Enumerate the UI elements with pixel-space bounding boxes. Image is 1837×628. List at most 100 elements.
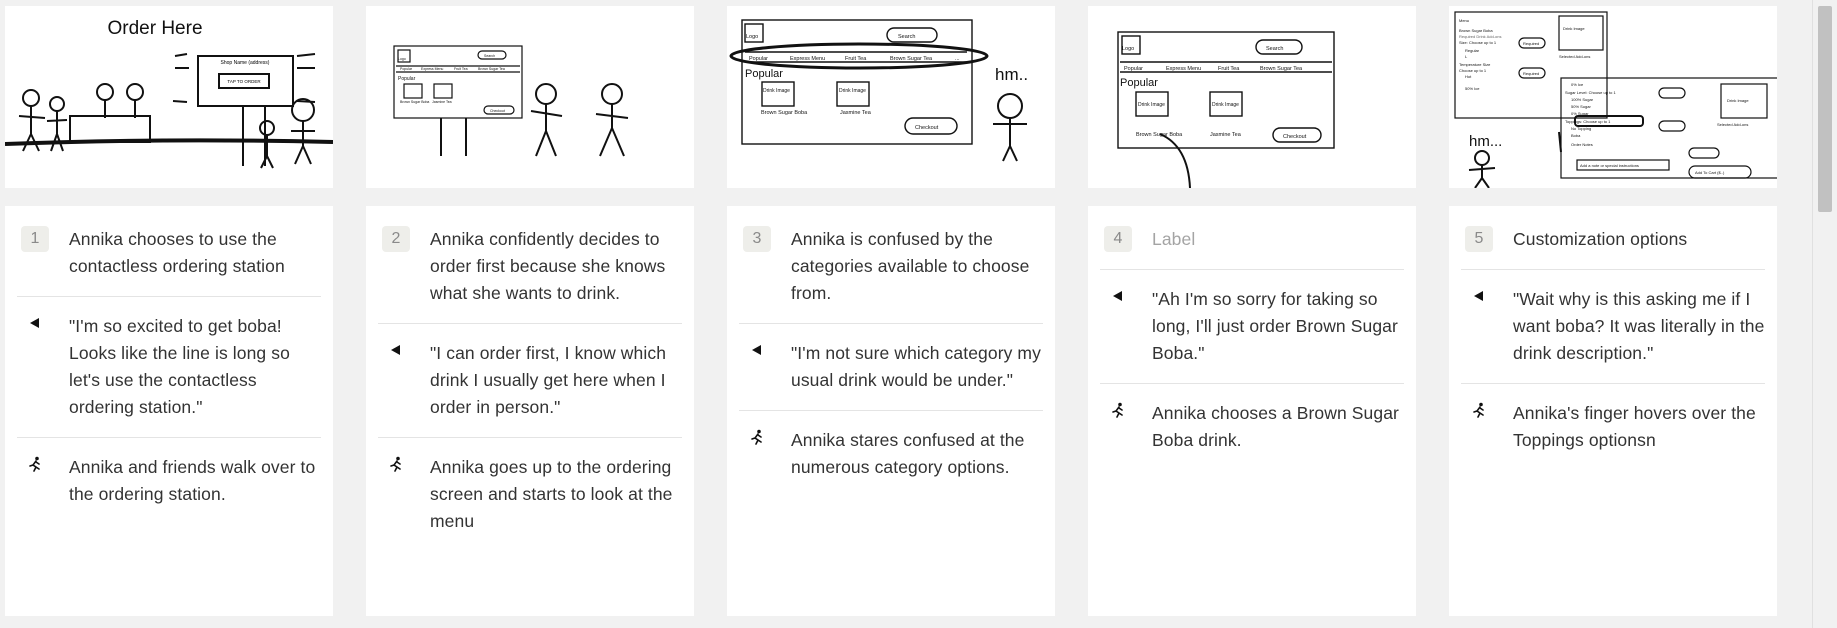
svg-text:L: L bbox=[1465, 54, 1468, 59]
svg-text:Menu: Menu bbox=[1459, 18, 1469, 23]
sketch-image-4: Logo Search Popular Express Menu Fruit T… bbox=[1117, 31, 1335, 188]
svg-text:Required Drink Add-ons: Required Drink Add-ons bbox=[1459, 34, 1501, 39]
card-dialogue-row: "I can order first, I know which drink I… bbox=[378, 324, 682, 438]
svg-text:50% Sugar: 50% Sugar bbox=[1571, 104, 1591, 109]
card-action[interactable]: Annika chooses a Brown Sugar Boba drink. bbox=[1152, 400, 1404, 454]
sketch-image-3: Logo Search Popular Express Menu Fruit T… bbox=[729, 19, 1028, 162]
svg-text:No Topping: No Topping bbox=[1571, 126, 1591, 131]
card-dialogue[interactable]: "I'm so excited to get boba! Looks like … bbox=[69, 313, 321, 421]
card-action[interactable]: Annika stares confused at the numerous c… bbox=[791, 427, 1043, 481]
svg-text:Size: Choose up to 1: Size: Choose up to 1 bbox=[1459, 40, 1497, 45]
svg-text:Jasmine Tea: Jasmine Tea bbox=[1210, 132, 1242, 138]
svg-text:...: ... bbox=[955, 56, 960, 62]
storyboard-frame-5[interactable]: Menu Brown Sugar Boba Required Drink Add… bbox=[1449, 6, 1777, 188]
svg-text:Popular: Popular bbox=[749, 56, 768, 62]
svg-text:Popular: Popular bbox=[398, 76, 416, 82]
svg-text:hm...: hm... bbox=[1469, 133, 1502, 150]
svg-text:Brown Sugar Boba: Brown Sugar Boba bbox=[1459, 28, 1493, 33]
svg-text:Express Menu: Express Menu bbox=[421, 67, 443, 71]
svg-text:Popular: Popular bbox=[1124, 66, 1143, 72]
svg-text:Regular: Regular bbox=[1465, 48, 1480, 53]
svg-text:Drink Image: Drink Image bbox=[1727, 98, 1749, 103]
scrollbar-thumb[interactable] bbox=[1818, 6, 1832, 212]
svg-text:Logo: Logo bbox=[1122, 46, 1134, 52]
svg-text:Brown Sugar Tea: Brown Sugar Tea bbox=[478, 67, 505, 71]
storyboard-frame-4[interactable]: Logo Search Popular Express Menu Fruit T… bbox=[1088, 6, 1416, 188]
storyboard-frame-3[interactable]: Logo Search Popular Express Menu Fruit T… bbox=[727, 6, 1055, 188]
card-dialogue-row: "Wait why is this asking me if I want bo… bbox=[1461, 270, 1765, 384]
storyboard-frame-2[interactable]: Logo Search Popular Express Menu Fruit T… bbox=[366, 6, 694, 188]
svg-text:Popular: Popular bbox=[745, 68, 783, 80]
svg-text:Hot: Hot bbox=[1465, 74, 1472, 79]
running-figure-icon bbox=[1465, 400, 1493, 454]
speaker-icon bbox=[1104, 286, 1132, 367]
step-number-badge: 5 bbox=[1465, 226, 1493, 252]
svg-text:hm..: hm.. bbox=[995, 65, 1028, 84]
card-title[interactable]: Annika confidently decides to order firs… bbox=[430, 226, 682, 307]
svg-text:Brown Sugar Tea: Brown Sugar Tea bbox=[890, 56, 933, 62]
svg-text:Drink Image: Drink Image bbox=[1138, 102, 1165, 108]
svg-text:Search: Search bbox=[1266, 46, 1283, 52]
svg-text:Drink Image: Drink Image bbox=[1212, 102, 1239, 108]
card-title[interactable]: Annika is confused by the categories ava… bbox=[791, 226, 1043, 307]
svg-text:Logo: Logo bbox=[398, 57, 406, 61]
speaker-icon bbox=[743, 340, 771, 394]
svg-text:TAP TO ORDER: TAP TO ORDER bbox=[227, 79, 261, 84]
card-title[interactable]: Annika chooses to use the contactless or… bbox=[69, 226, 321, 280]
card-title-row: 3 Annika is confused by the categories a… bbox=[739, 206, 1043, 324]
card-action-row: Annika stares confused at the numerous c… bbox=[739, 411, 1043, 497]
step-number-badge: 1 bbox=[21, 226, 49, 252]
vertical-scrollbar[interactable] bbox=[1812, 0, 1837, 628]
svg-text:0% Sugar: 0% Sugar bbox=[1571, 111, 1589, 116]
svg-text:Selected Add-ons: Selected Add-ons bbox=[1559, 54, 1590, 59]
card-dialogue[interactable]: "Ah I'm so sorry for taking so long, I'l… bbox=[1152, 286, 1404, 367]
running-figure-icon bbox=[1104, 400, 1132, 454]
svg-text:Popular: Popular bbox=[400, 67, 413, 71]
storyboard-card-4[interactable]: 4 Label "Ah I'm so sorry for taking so l… bbox=[1088, 206, 1416, 616]
card-action[interactable]: Annika goes up to the ordering screen an… bbox=[430, 454, 682, 535]
card-title[interactable]: Label bbox=[1152, 226, 1195, 253]
card-action-row: Annika's finger hovers over the Toppings… bbox=[1461, 384, 1765, 470]
svg-text:Fruit Tea: Fruit Tea bbox=[454, 67, 468, 71]
storyboard-card-2[interactable]: 2 Annika confidently decides to order fi… bbox=[366, 206, 694, 616]
speaker-icon bbox=[21, 313, 49, 421]
svg-text:Order Notes: Order Notes bbox=[1571, 142, 1593, 147]
svg-text:Fruit Tea: Fruit Tea bbox=[845, 56, 867, 62]
sketch-image-1: Order Here Shop Name (address) TAP TO OR… bbox=[5, 18, 333, 169]
storyboard-card-3[interactable]: 3 Annika is confused by the categories a… bbox=[727, 206, 1055, 616]
card-dialogue[interactable]: "I'm not sure which category my usual dr… bbox=[791, 340, 1043, 394]
svg-text:Sugar Level: Choose up to 1: Sugar Level: Choose up to 1 bbox=[1565, 90, 1616, 95]
svg-text:Drink Image: Drink Image bbox=[839, 88, 866, 94]
speaker-icon bbox=[1465, 286, 1493, 367]
svg-text:Add To Cart ($..): Add To Cart ($..) bbox=[1695, 170, 1725, 175]
svg-text:Jasmine Tea: Jasmine Tea bbox=[432, 100, 452, 104]
card-dialogue-row: "I'm not sure which category my usual dr… bbox=[739, 324, 1043, 411]
card-action[interactable]: Annika's finger hovers over the Toppings… bbox=[1513, 400, 1765, 454]
card-action[interactable]: Annika and friends walk over to the orde… bbox=[69, 454, 321, 508]
svg-text:Fruit Tea: Fruit Tea bbox=[1218, 66, 1240, 72]
svg-text:Express Menu: Express Menu bbox=[1166, 66, 1201, 72]
svg-text:0% Ice: 0% Ice bbox=[1571, 82, 1584, 87]
sketch-text-order-here: Order Here bbox=[107, 18, 202, 39]
card-dialogue[interactable]: "Wait why is this asking me if I want bo… bbox=[1513, 286, 1765, 367]
step-number-badge: 3 bbox=[743, 226, 771, 252]
card-dialogue-row: "I'm so excited to get boba! Looks like … bbox=[17, 297, 321, 438]
svg-text:Jasmine Tea: Jasmine Tea bbox=[840, 110, 872, 116]
svg-text:Brown Sugar Boba: Brown Sugar Boba bbox=[761, 110, 808, 116]
svg-text:100% Sugar: 100% Sugar bbox=[1571, 97, 1594, 102]
storyboard-frame-1[interactable]: Order Here Shop Name (address) TAP TO OR… bbox=[5, 6, 333, 188]
svg-text:Checkout: Checkout bbox=[490, 109, 505, 113]
storyboard-card-5[interactable]: 5 Customization options "Wait why is thi… bbox=[1449, 206, 1777, 616]
running-figure-icon bbox=[21, 454, 49, 508]
running-figure-icon bbox=[382, 454, 410, 535]
card-title[interactable]: Customization options bbox=[1513, 226, 1687, 253]
card-title-row: 5 Customization options bbox=[1461, 206, 1765, 270]
svg-text:Drink Image: Drink Image bbox=[1563, 26, 1585, 31]
svg-text:Logo: Logo bbox=[746, 34, 758, 40]
card-dialogue[interactable]: "I can order first, I know which drink I… bbox=[430, 340, 682, 421]
svg-text:Add a note or special instruct: Add a note or special instructions bbox=[1580, 163, 1639, 168]
svg-text:Toppings: Choose up to 1: Toppings: Choose up to 1 bbox=[1565, 119, 1611, 124]
svg-text:Temperature Size: Temperature Size bbox=[1459, 62, 1491, 67]
card-action-row: Annika and friends walk over to the orde… bbox=[17, 438, 321, 524]
storyboard-card-1[interactable]: 1 Annika chooses to use the contactless … bbox=[5, 206, 333, 616]
